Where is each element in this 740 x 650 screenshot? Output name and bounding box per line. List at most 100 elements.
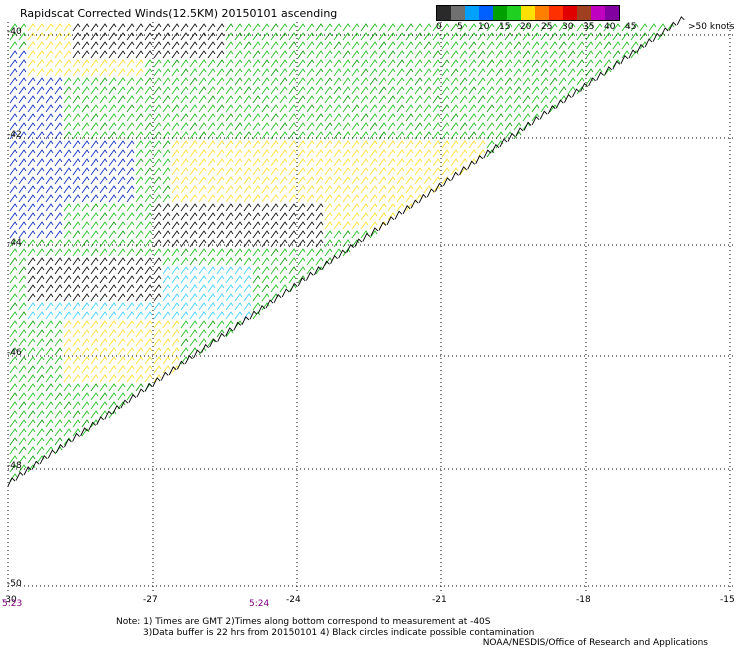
- legend-unit-label: >50 knots: [688, 22, 735, 32]
- wind-barb: [405, 194, 414, 203]
- wind-barb: [180, 149, 189, 158]
- wind-barb: [135, 257, 144, 266]
- wind-barb: [243, 284, 252, 293]
- wind-barb: [162, 338, 171, 347]
- wind-barb: [423, 77, 432, 86]
- wind-barb: [270, 176, 279, 185]
- wind-barb: [477, 104, 486, 113]
- wind-barb: [441, 122, 450, 131]
- wind-barb: [99, 113, 108, 122]
- wind-barb: [432, 41, 441, 50]
- wind-barb: [171, 41, 180, 50]
- wind-barb: [477, 149, 486, 158]
- wind-barb: [63, 239, 72, 248]
- wind-barb: [63, 149, 72, 158]
- wind-barb: [495, 77, 504, 86]
- wind-barb: [18, 50, 27, 59]
- wind-barb: [99, 383, 108, 392]
- wind-barb: [360, 122, 369, 131]
- wind-barb: [54, 140, 63, 149]
- wind-barb: [135, 329, 144, 338]
- wind-barb: [63, 95, 72, 104]
- wind-barb: [315, 32, 324, 41]
- wind-barb: [324, 140, 333, 149]
- wind-barb: [432, 50, 441, 59]
- wind-barb: [81, 185, 90, 194]
- wind-barb: [207, 320, 216, 329]
- wind-barb: [72, 329, 81, 338]
- wind-barb: [369, 122, 378, 131]
- wind-barb: [279, 113, 288, 122]
- wind-barb: [378, 194, 387, 203]
- wind-barb: [99, 374, 108, 383]
- wind-barb: [306, 230, 315, 239]
- wind-barb: [99, 356, 108, 365]
- wind-barb: [252, 158, 261, 167]
- wind-barb: [45, 41, 54, 50]
- wind-barb: [324, 158, 333, 167]
- wind-barb: [315, 158, 324, 167]
- wind-barb: [405, 140, 414, 149]
- wind-barb: [225, 122, 234, 131]
- wind-barb: [567, 77, 576, 86]
- wind-barb: [288, 95, 297, 104]
- wind-barb: [72, 419, 81, 428]
- wind-barb: [234, 86, 243, 95]
- wind-barb: [225, 293, 234, 302]
- wind-barb: [81, 383, 90, 392]
- wind-barb: [270, 275, 279, 284]
- wind-barb: [36, 257, 45, 266]
- wind-barb: [81, 140, 90, 149]
- wind-barb: [410, 199, 419, 209]
- wind-barb: [252, 311, 261, 320]
- wind-barb: [153, 203, 162, 212]
- note-line-2: 3)Data buffer is 22 hrs from 20150101 4)…: [143, 628, 535, 638]
- wind-barb: [234, 194, 243, 203]
- wind-barb: [27, 320, 36, 329]
- wind-barb: [387, 41, 396, 50]
- wind-barb: [72, 59, 81, 68]
- wind-barb: [450, 95, 459, 104]
- wind-barb: [18, 194, 27, 203]
- wind-barb: [207, 95, 216, 104]
- wind-barb: [144, 356, 153, 365]
- wind-barb: [180, 32, 189, 41]
- wind-barb: [369, 185, 378, 194]
- wind-barb: [612, 50, 621, 59]
- wind-barb: [351, 32, 360, 41]
- wind-barb: [72, 176, 81, 185]
- wind-barb: [189, 77, 198, 86]
- wind-barb: [72, 95, 81, 104]
- wind-barb: [459, 86, 468, 95]
- wind-barb: [72, 338, 81, 347]
- wind-barb: [162, 140, 171, 149]
- wind-barb: [27, 185, 36, 194]
- wind-barb: [504, 50, 513, 59]
- wind-barb: [360, 77, 369, 86]
- wind-barb: [108, 257, 117, 266]
- wind-barb: [324, 230, 333, 239]
- wind-barb: [126, 95, 135, 104]
- wind-barb: [558, 86, 567, 95]
- wind-barb: [333, 86, 342, 95]
- wind-barb: [225, 203, 234, 212]
- wind-barb: [441, 77, 450, 86]
- wind-barb: [9, 266, 18, 275]
- wind-barb: [216, 212, 225, 221]
- wind-barb: [297, 122, 306, 131]
- wind-barb: [441, 41, 450, 50]
- wind-barb: [27, 446, 36, 455]
- wind-barb: [198, 32, 207, 41]
- wind-barb: [81, 365, 90, 374]
- wind-barb: [576, 41, 585, 50]
- wind-barb: [360, 68, 369, 77]
- wind-barb: [135, 356, 144, 365]
- wind-barb: [306, 59, 315, 68]
- wind-barb: [126, 86, 135, 95]
- wind-barb: [225, 320, 234, 329]
- wind-barb: [45, 329, 54, 338]
- wind-barb: [513, 95, 522, 104]
- wind-barb: [216, 293, 225, 302]
- wind-barb: [45, 212, 54, 221]
- wind-barb: [243, 158, 252, 167]
